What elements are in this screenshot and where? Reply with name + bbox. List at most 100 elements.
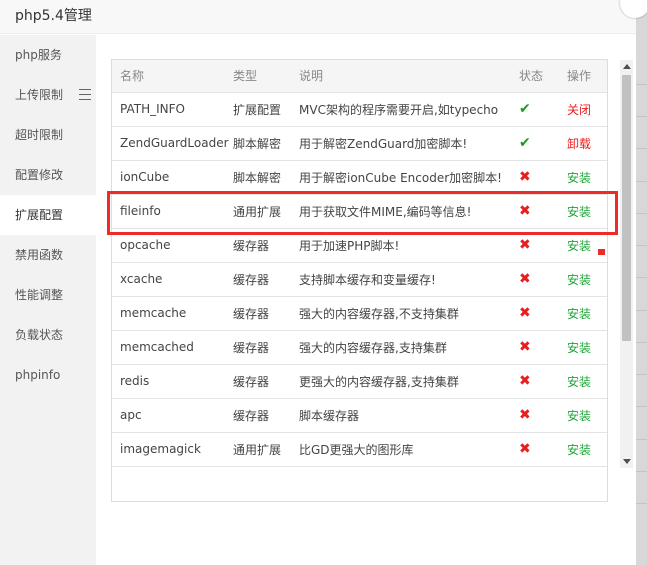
sidebar-item-disabled-functions[interactable]: 禁用函数 [0, 235, 96, 275]
extension-table: 名称 类型 说明 状态 操作 PATH_INFO 扩展配置 MVC架构的程序需要开启… [112, 60, 607, 467]
sidebar-item-timeout-limit[interactable]: 超时限制 [0, 115, 96, 155]
extension-description: 用于解密ZendGuard加密脚本! [299, 126, 519, 161]
extension-action[interactable]: 卸载 [567, 126, 607, 161]
check-icon: ✔ [519, 101, 531, 117]
extension-status: ✔ [519, 92, 567, 127]
extension-name-text: ionCube [120, 170, 170, 184]
extension-name: xcache [112, 262, 233, 297]
sidebar-item-phpinfo[interactable]: phpinfo [0, 355, 96, 395]
extension-action[interactable]: 安装 [567, 364, 607, 399]
column-header-action: 操作 [567, 60, 607, 93]
sidebar-item-label: 上传限制 [15, 88, 64, 102]
extension-type-text: 缓存器 [233, 340, 270, 355]
annotation-marker [598, 249, 605, 255]
column-header-status: 状态 [519, 60, 567, 93]
extension-description-text: 用于获取文件MIME,编码等信息! [299, 204, 472, 219]
extension-action[interactable]: 安装 [567, 432, 607, 467]
extension-description: 用于解密ionCube Encoder加密脚本! [299, 160, 519, 195]
sidebar-item-load-status[interactable]: 负载状态 [0, 315, 96, 355]
column-header-type: 类型 [233, 60, 299, 93]
extension-description: 用于获取文件MIME,编码等信息! [299, 194, 519, 229]
cross-icon: ✖ [519, 441, 531, 457]
extension-type: 缓存器 [233, 364, 299, 399]
extension-name-text: ZendGuardLoader [120, 136, 229, 150]
extension-action[interactable]: 安装 [567, 262, 607, 297]
extension-description: 支持脚本缓存和变量缓存! [299, 262, 519, 297]
sidebar-item-upload-limit[interactable]: 上传限制 [0, 75, 96, 115]
extension-type: 缓存器 [233, 398, 299, 433]
install-link[interactable]: 安装 [567, 443, 591, 457]
column-header-description: 说明 [299, 60, 519, 93]
extension-name: memcached [112, 330, 233, 365]
install-link[interactable]: 安装 [567, 307, 591, 321]
table-row: opcache 缓存器 用于加速PHP脚本! ✖ 安装 [112, 228, 607, 263]
table-row: memcache 缓存器 强大的内容缓存器,不支持集群 ✖ 安装 [112, 296, 607, 331]
sidebar-item-label: 负载状态 [15, 328, 64, 342]
install-link[interactable]: 安装 [567, 171, 591, 185]
extension-name: redis [112, 364, 233, 399]
install-link[interactable]: 安装 [567, 409, 591, 423]
cross-icon: ✖ [519, 373, 531, 389]
extension-action[interactable]: 安装 [567, 398, 607, 433]
extension-description-text: MVC架构的程序需要开启,如typecho [299, 102, 499, 117]
extension-status: ✖ [519, 262, 567, 297]
extension-description: 强大的内容缓存器,支持集群 [299, 330, 519, 365]
scroll-up-arrow-icon[interactable] [623, 64, 631, 69]
extension-name: fileinfo [112, 194, 233, 229]
extension-action[interactable]: 安装 [567, 194, 607, 229]
install-link[interactable]: 安装 [567, 375, 591, 389]
extension-type: 通用扩展 [233, 432, 299, 467]
dialog-title: php5.4管理 [15, 8, 92, 24]
sidebar-item-performance[interactable]: 性能调整 [0, 275, 96, 315]
column-header-name: 名称 [112, 60, 233, 93]
cross-icon: ✖ [519, 237, 531, 253]
extension-status: ✖ [519, 398, 567, 433]
extension-content: 名称 类型 说明 状态 操作 PATH_INFO 扩展配置 MVC架构的程序需要开启… [96, 35, 636, 565]
extension-action[interactable]: 安装 [567, 330, 607, 365]
extension-description: 用于加速PHP脚本! [299, 228, 519, 263]
sidebar-item-config-edit[interactable]: 配置修改 [0, 155, 96, 195]
extension-type: 缓存器 [233, 296, 299, 331]
extension-action[interactable]: 关闭 [567, 92, 607, 127]
extension-status: ✖ [519, 432, 567, 467]
install-link[interactable]: 安装 [567, 341, 591, 355]
extension-action[interactable]: 安装 [567, 296, 607, 331]
sidebar: php服务 上传限制 超时限制 配置修改 扩展配置 禁用函数 性能调整 负载状态… [0, 35, 96, 565]
sidebar-item-extension-config[interactable]: 扩展配置 [0, 195, 96, 235]
install-link[interactable]: 安装 [567, 239, 591, 253]
extension-status: ✖ [519, 330, 567, 365]
extension-type-text: 通用扩展 [233, 442, 282, 457]
extension-name-text: imagemagick [120, 442, 201, 456]
install-link[interactable]: 安装 [567, 273, 591, 287]
scroll-down-arrow-icon[interactable] [623, 459, 631, 464]
table-header-row: 名称 类型 说明 状态 操作 [112, 60, 607, 93]
action-link[interactable]: 关闭 [567, 103, 591, 117]
extension-type: 脚本解密 [233, 126, 299, 161]
dialog-titlebar: php5.4管理 [0, 0, 636, 34]
php-manage-dialog: php5.4管理 php服务 上传限制 超时限制 配置修改 扩展配置 禁用函数 … [0, 0, 636, 565]
extension-description-text: 强大的内容缓存器,不支持集群 [299, 306, 459, 321]
extension-status: ✖ [519, 194, 567, 229]
sidebar-item-label: php服务 [15, 48, 62, 62]
action-link[interactable]: 卸载 [567, 137, 591, 151]
cross-icon: ✖ [519, 305, 531, 321]
table-row: apc 缓存器 脚本缓存器 ✖ 安装 [112, 398, 607, 433]
extension-name-text: xcache [120, 272, 163, 286]
sidebar-item-label: 禁用函数 [15, 248, 64, 262]
cross-icon: ✖ [519, 271, 531, 287]
extension-type: 脚本解密 [233, 160, 299, 195]
background-page-edge [636, 0, 647, 565]
scrollbar-thumb[interactable] [622, 75, 631, 341]
install-link[interactable]: 安装 [567, 205, 591, 219]
extension-type-text: 缓存器 [233, 238, 270, 253]
extension-action[interactable]: 安装 [567, 160, 607, 195]
extension-action[interactable]: 安装 [567, 228, 607, 263]
extension-description: MVC架构的程序需要开启,如typecho [299, 92, 519, 127]
extension-table-container[interactable]: 名称 类型 说明 状态 操作 PATH_INFO 扩展配置 MVC架构的程序需要开启… [111, 59, 608, 502]
menu-icon [79, 89, 91, 100]
table-row: ZendGuardLoader 脚本解密 用于解密ZendGuard加密脚本! ✔ 卸载 [112, 126, 607, 161]
table-scrollbar[interactable] [620, 60, 633, 468]
cross-icon: ✖ [519, 169, 531, 185]
sidebar-item-php-service[interactable]: php服务 [0, 35, 96, 75]
check-icon: ✔ [519, 135, 531, 151]
